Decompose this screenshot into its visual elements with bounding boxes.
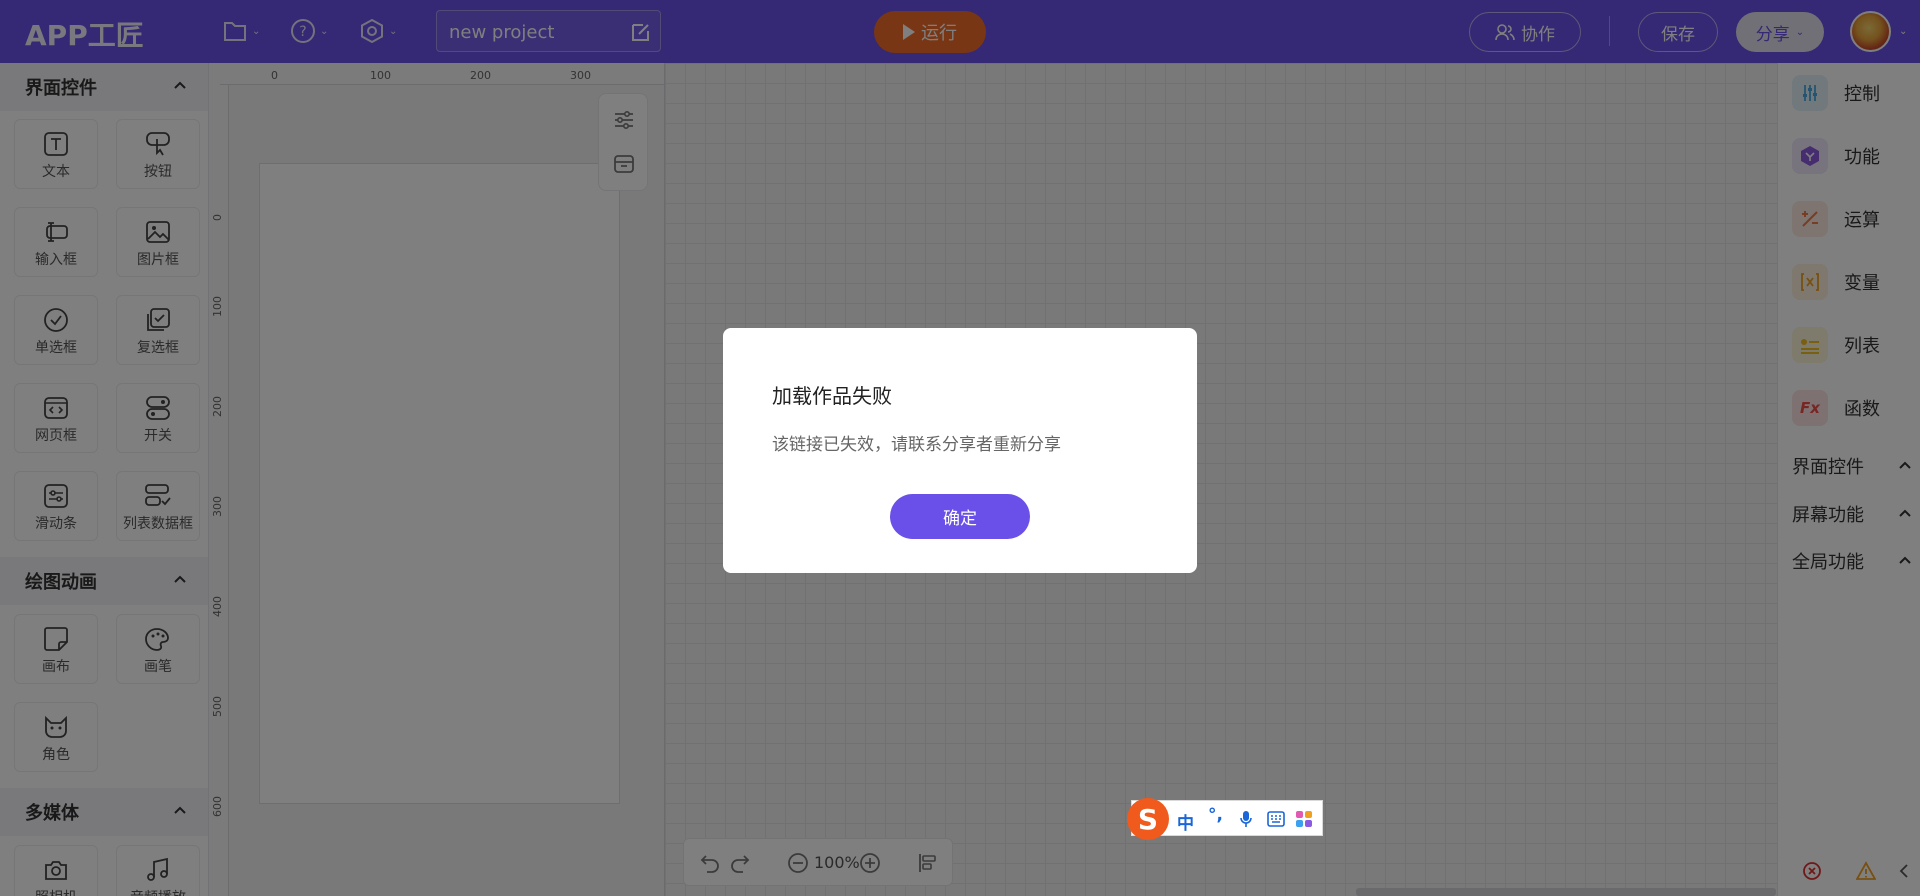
apps-grid-icon[interactable] xyxy=(1295,810,1313,828)
dialog-title: 加载作品失败 xyxy=(772,384,892,408)
ime-toolbar: S 中 °, xyxy=(1127,798,1323,840)
ime-language-toggle[interactable]: 中 xyxy=(1177,809,1194,834)
dialog-message: 该链接已失效，请联系分享者重新分享 xyxy=(772,435,1061,455)
ime-logo[interactable]: S xyxy=(1127,798,1169,840)
microphone-icon[interactable] xyxy=(1239,810,1253,828)
confirm-button[interactable]: 确定 xyxy=(890,494,1030,539)
ime-punctuation-toggle[interactable]: °, xyxy=(1208,805,1223,825)
error-dialog: 加载作品失败 该链接已失效，请联系分享者重新分享 确定 xyxy=(723,328,1197,573)
keyboard-icon[interactable] xyxy=(1267,811,1285,827)
